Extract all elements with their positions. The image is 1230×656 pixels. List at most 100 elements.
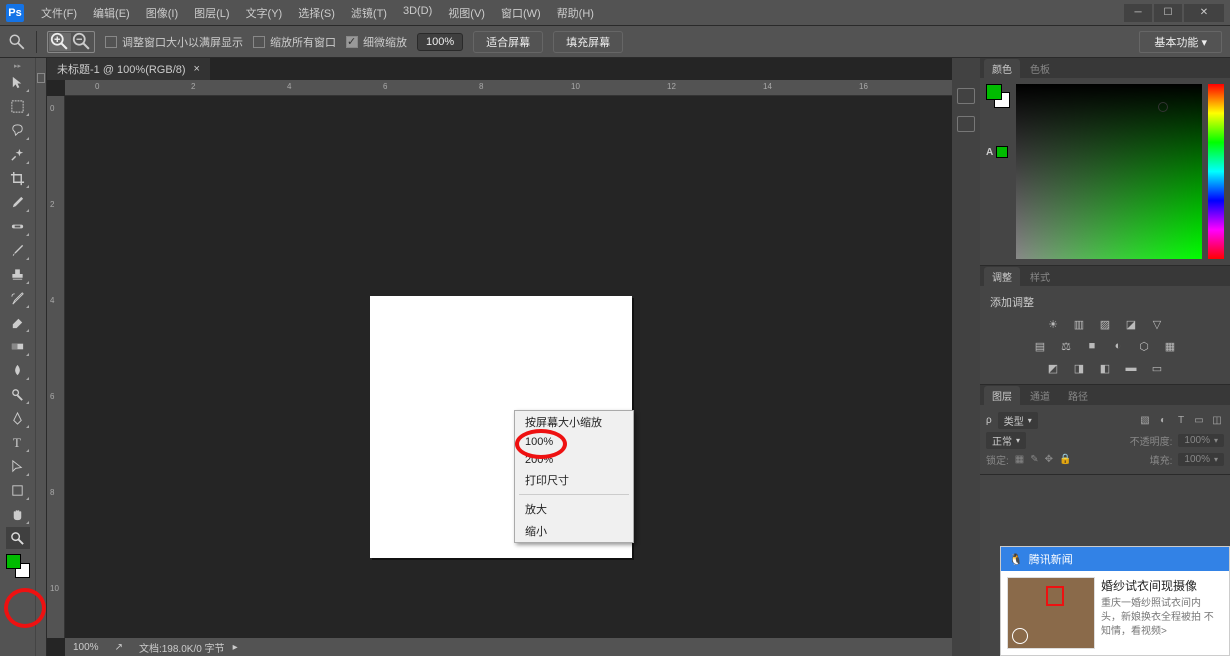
menu-file[interactable]: 文件(F) (34, 2, 84, 24)
filter-type-icon[interactable]: T (1174, 414, 1188, 428)
curves-icon[interactable]: ▨ (1095, 316, 1115, 332)
photo-filter-icon[interactable]: ◐ (1108, 338, 1128, 354)
vibrance-icon[interactable]: ▽ (1147, 316, 1167, 332)
lookup-icon[interactable]: ▦ (1160, 338, 1180, 354)
menu-3d[interactable]: 3D(D) (396, 2, 439, 24)
color-spectrum[interactable] (1016, 84, 1202, 259)
mixer-icon[interactable]: ⬡ (1134, 338, 1154, 354)
exposure-icon[interactable]: ◪ (1121, 316, 1141, 332)
fit-screen-button[interactable]: 适合屏幕 (473, 31, 543, 53)
chevron-right-icon[interactable]: ▸ (233, 642, 238, 653)
eyedropper-tool[interactable] (6, 191, 30, 213)
zoom-tool-icon[interactable] (8, 33, 26, 51)
zoom-out-icon[interactable] (71, 33, 93, 51)
levels-icon[interactable]: ▥ (1069, 316, 1089, 332)
move-tool[interactable] (6, 71, 30, 93)
fill-field[interactable]: 100% (1178, 453, 1224, 466)
status-zoom[interactable]: 100% (73, 642, 99, 653)
scrubby-zoom-checkbox[interactable]: 细微缩放 (346, 34, 407, 50)
menu-help[interactable]: 帮助(H) (550, 2, 601, 24)
brush-tool[interactable] (6, 239, 30, 261)
panel-icon[interactable] (957, 116, 975, 132)
menu-image[interactable]: 图像(I) (139, 2, 185, 24)
ctx-200[interactable]: 200% (515, 451, 633, 469)
zoom-all-windows-checkbox[interactable]: 缩放所有窗口 (253, 34, 336, 50)
hand-tool[interactable] (6, 503, 30, 525)
ctx-fit-screen[interactable]: 按屏幕大小缩放 (515, 411, 633, 433)
selective-icon[interactable]: ▭ (1147, 360, 1167, 376)
marquee-tool[interactable] (6, 95, 30, 117)
type-swatch[interactable]: A (986, 146, 1010, 158)
menu-view[interactable]: 视图(V) (441, 2, 492, 24)
crop-tool[interactable] (6, 167, 30, 189)
menu-type[interactable]: 文字(Y) (239, 2, 290, 24)
tab-styles[interactable]: 样式 (1022, 267, 1058, 286)
tab-channels[interactable]: 通道 (1022, 386, 1058, 405)
news-description[interactable]: 重庆一婚纱照试衣间内 头，新娘换衣全程被拍 不知情，看视频> (1101, 597, 1223, 639)
filter-adj-icon[interactable]: ◐ (1156, 414, 1170, 428)
menu-select[interactable]: 选择(S) (291, 2, 342, 24)
brightness-icon[interactable]: ☀ (1043, 316, 1063, 332)
opacity-field[interactable]: 100% (1178, 434, 1224, 447)
menu-edit[interactable]: 编辑(E) (86, 2, 137, 24)
hue-bar[interactable] (1208, 84, 1224, 259)
workspace-selector[interactable]: 基本功能 ▾ (1139, 31, 1222, 53)
menu-layer[interactable]: 图层(L) (187, 2, 236, 24)
ctx-zoom-in[interactable]: 放大 (515, 498, 633, 520)
history-brush-tool[interactable] (6, 287, 30, 309)
lock-trans-icon[interactable]: ▦ (1015, 454, 1024, 465)
tab-paths[interactable]: 路径 (1060, 386, 1096, 405)
eraser-tool[interactable] (6, 311, 30, 333)
gradient-tool[interactable] (6, 335, 30, 357)
posterize-icon[interactable]: ◨ (1069, 360, 1089, 376)
tab-layers[interactable]: 图层 (984, 386, 1020, 405)
lasso-tool[interactable] (6, 119, 30, 141)
filter-smart-icon[interactable]: ◫ (1210, 414, 1224, 428)
ctx-print-size[interactable]: 打印尺寸 (515, 469, 633, 491)
fg-swatch[interactable] (6, 554, 21, 569)
panel-icon[interactable] (957, 88, 975, 104)
menu-filter[interactable]: 滤镜(T) (344, 2, 394, 24)
type-tool[interactable]: T (6, 431, 30, 453)
filter-shape-icon[interactable]: ▭ (1192, 414, 1206, 428)
minimize-button[interactable]: ─ (1124, 4, 1152, 22)
tab-swatches[interactable]: 色板 (1022, 59, 1058, 78)
news-thumbnail[interactable] (1007, 577, 1095, 649)
balance-icon[interactable]: ⚖ (1056, 338, 1076, 354)
menu-window[interactable]: 窗口(W) (494, 2, 548, 24)
news-title[interactable]: 婚纱试衣间现摄像 (1101, 577, 1223, 594)
close-tab-icon[interactable]: × (194, 63, 200, 75)
lock-all-icon[interactable]: 🔒 (1059, 454, 1071, 465)
wand-tool[interactable] (6, 143, 30, 165)
bw-icon[interactable]: ■ (1082, 338, 1102, 354)
layer-kind-select[interactable]: 类型 (998, 412, 1038, 429)
zoom-in-icon[interactable] (49, 33, 71, 51)
fill-screen-button[interactable]: 填充屏幕 (553, 31, 623, 53)
blur-tool[interactable] (6, 359, 30, 381)
document-tab[interactable]: 未标题-1 @ 100%(RGB/8) × (47, 58, 210, 80)
shape-tool[interactable] (6, 479, 30, 501)
maximize-button[interactable]: ☐ (1154, 4, 1182, 22)
path-select-tool[interactable] (6, 455, 30, 477)
lock-pos-icon[interactable]: ✥ (1045, 454, 1053, 465)
filter-pixel-icon[interactable]: ▧ (1138, 414, 1152, 428)
color-fgbg[interactable] (986, 84, 1010, 108)
close-button[interactable]: ✕ (1184, 4, 1224, 22)
dock-icon[interactable] (37, 73, 45, 83)
zoom-percent-field[interactable]: 100% (417, 33, 463, 51)
pen-tool[interactable] (6, 407, 30, 429)
status-nav-icon[interactable]: ↗ (115, 642, 123, 653)
tab-color[interactable]: 颜色 (984, 59, 1020, 78)
blend-mode-select[interactable]: 正常 (986, 432, 1026, 449)
ctx-zoom-out[interactable]: 缩小 (515, 520, 633, 542)
tab-adjust[interactable]: 调整 (984, 267, 1020, 286)
toolbox-handle[interactable]: ▸▸ (3, 62, 33, 70)
threshold-icon[interactable]: ◧ (1095, 360, 1115, 376)
canvas-background[interactable] (65, 96, 980, 638)
ctx-100[interactable]: 100% (515, 433, 633, 451)
color-swatches[interactable] (6, 554, 30, 578)
news-header[interactable]: 🐧 腾讯新闻 (1001, 547, 1229, 571)
status-doc-info[interactable]: 文档:198.0K/0 字节 (139, 640, 225, 655)
stamp-tool[interactable] (6, 263, 30, 285)
hue-icon[interactable]: ▤ (1030, 338, 1050, 354)
